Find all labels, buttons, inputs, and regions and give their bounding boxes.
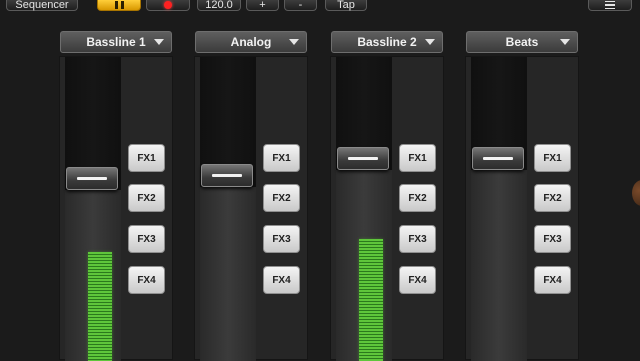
fx1-button[interactable]: FX1 bbox=[534, 144, 571, 172]
fx3-button[interactable]: FX3 bbox=[399, 225, 436, 253]
tempo-decrease-button[interactable]: - bbox=[284, 0, 317, 11]
sequencer-button[interactable]: Sequencer bbox=[6, 0, 78, 11]
fx-label: FX2 bbox=[543, 192, 562, 204]
fx-label: FX1 bbox=[272, 152, 291, 164]
fx4-button[interactable]: FX4 bbox=[128, 266, 165, 294]
channel-name: Bassline 1 bbox=[86, 35, 146, 49]
fx-label: FX1 bbox=[543, 152, 562, 164]
sequencer-button-label: Sequencer bbox=[15, 0, 69, 11]
fader-grip-icon bbox=[348, 157, 378, 160]
fx4-button[interactable]: FX4 bbox=[534, 266, 571, 294]
fx-label: FX4 bbox=[408, 274, 427, 286]
channel-strip-beats: Beats FX1 FX2 FX3 FX4 bbox=[465, 27, 581, 361]
record-icon bbox=[164, 1, 172, 9]
hamburger-menu-icon bbox=[605, 0, 615, 10]
volume-fader-handle[interactable] bbox=[337, 147, 389, 170]
volume-fader-handle[interactable] bbox=[472, 147, 524, 170]
channel-selector[interactable]: Bassline 1 bbox=[60, 31, 172, 53]
tempo-button[interactable]: 120.0 bbox=[197, 0, 241, 11]
fx-label: FX4 bbox=[137, 274, 156, 286]
fx1-button[interactable]: FX1 bbox=[263, 144, 300, 172]
chevron-down-icon bbox=[560, 39, 570, 45]
fx-label: FX4 bbox=[543, 274, 562, 286]
fader-fill bbox=[200, 187, 256, 361]
volume-fader-track[interactable] bbox=[65, 57, 121, 361]
fx3-button[interactable]: FX3 bbox=[263, 225, 300, 253]
chevron-down-icon bbox=[425, 39, 435, 45]
volume-fader-track[interactable] bbox=[336, 57, 392, 361]
volume-fader-track[interactable] bbox=[200, 57, 256, 361]
fx2-button[interactable]: FX2 bbox=[399, 184, 436, 212]
volume-fader-handle[interactable] bbox=[66, 167, 118, 190]
fx-label: FX3 bbox=[137, 233, 156, 245]
volume-fader-handle[interactable] bbox=[201, 164, 253, 187]
fx-label: FX1 bbox=[137, 152, 156, 164]
fx3-button[interactable]: FX3 bbox=[128, 225, 165, 253]
side-panel-handle[interactable] bbox=[632, 180, 640, 206]
minus-label: - bbox=[298, 0, 303, 11]
channel-selector[interactable]: Bassline 2 bbox=[331, 31, 443, 53]
plus-label: + bbox=[259, 0, 266, 11]
fx3-button[interactable]: FX3 bbox=[534, 225, 571, 253]
level-meter bbox=[359, 239, 383, 361]
chevron-down-icon bbox=[154, 39, 164, 45]
fx-label: FX4 bbox=[272, 274, 291, 286]
fx4-button[interactable]: FX4 bbox=[399, 266, 436, 294]
fader-fill bbox=[471, 170, 527, 361]
fx2-button[interactable]: FX2 bbox=[128, 184, 165, 212]
fx4-button[interactable]: FX4 bbox=[263, 266, 300, 294]
volume-fader-track[interactable] bbox=[471, 57, 527, 361]
fx2-button[interactable]: FX2 bbox=[263, 184, 300, 212]
fx-label: FX1 bbox=[408, 152, 427, 164]
channel-name: Analog bbox=[230, 35, 272, 49]
fader-grip-icon bbox=[483, 157, 513, 160]
fx-label: FX2 bbox=[137, 192, 156, 204]
tempo-value: 120.0 bbox=[205, 0, 233, 11]
chevron-down-icon bbox=[289, 39, 299, 45]
fx1-button[interactable]: FX1 bbox=[399, 144, 436, 172]
channel-selector[interactable]: Beats bbox=[466, 31, 578, 53]
fader-grip-icon bbox=[77, 177, 107, 180]
tap-tempo-button[interactable]: Tap bbox=[325, 0, 367, 11]
level-meter bbox=[88, 252, 112, 361]
pause-button[interactable] bbox=[97, 0, 141, 11]
channel-name: Bassline 2 bbox=[357, 35, 417, 49]
fx-label: FX2 bbox=[272, 192, 291, 204]
fx-label: FX3 bbox=[408, 233, 427, 245]
fx1-button[interactable]: FX1 bbox=[128, 144, 165, 172]
tempo-increase-button[interactable]: + bbox=[246, 0, 279, 11]
menu-button[interactable] bbox=[588, 0, 632, 11]
fx2-button[interactable]: FX2 bbox=[534, 184, 571, 212]
channel-selector[interactable]: Analog bbox=[195, 31, 307, 53]
fx-label: FX2 bbox=[408, 192, 427, 204]
pause-icon bbox=[114, 1, 124, 9]
fx-label: FX3 bbox=[272, 233, 291, 245]
record-button[interactable] bbox=[146, 0, 190, 11]
fx-label: FX3 bbox=[543, 233, 562, 245]
channel-strip-analog: Analog FX1 FX2 FX3 FX4 bbox=[194, 27, 310, 361]
channel-strip-bassline-1: Bassline 1 FX1 FX2 FX3 FX4 bbox=[59, 27, 175, 361]
fader-grip-icon bbox=[212, 174, 242, 177]
channel-name: Beats bbox=[505, 35, 539, 49]
tap-label: Tap bbox=[337, 0, 355, 11]
channel-strip-bassline-2: Bassline 2 FX1 FX2 FX3 FX4 bbox=[330, 27, 446, 361]
